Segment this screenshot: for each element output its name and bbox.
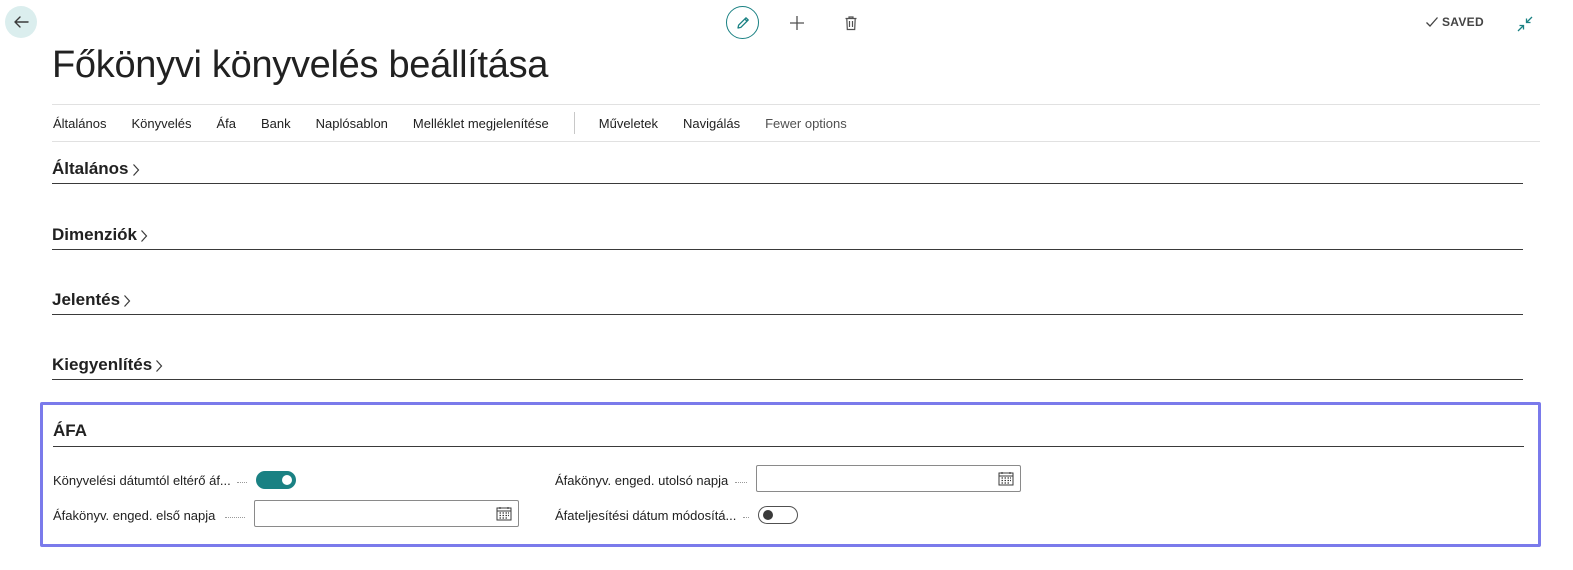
section-dimensions-title: Dimenziók: [52, 225, 138, 244]
pencil-icon: [736, 16, 749, 29]
section-reporting: Jelentés: [52, 273, 1523, 315]
field-dots: [237, 482, 247, 483]
chevron-right-icon: [124, 295, 131, 307]
action-afa[interactable]: Áfa: [216, 116, 236, 131]
action-bar-separator: [573, 112, 575, 134]
action-naplosablon[interactable]: Naplósablon: [316, 116, 388, 131]
back-button[interactable]: [5, 6, 37, 38]
record-actions: [726, 6, 863, 39]
section-reconciliation: Kiegyenlítés: [52, 338, 1523, 380]
toggle-knob: [763, 510, 773, 520]
chevron-right-icon: [132, 164, 139, 176]
posting-date-vat-toggle[interactable]: [256, 471, 296, 489]
first-day-label: Áfakönyv. enged. első napja: [53, 508, 216, 523]
section-reconciliation-title: Kiegyenlítés: [52, 355, 153, 374]
first-day-date-input[interactable]: [254, 500, 519, 527]
section-dimensions: Dimenziók: [52, 208, 1523, 250]
chevron-right-icon: [141, 230, 148, 242]
chevron-right-icon: [156, 360, 163, 372]
toggle-knob: [282, 475, 292, 485]
fewer-options-button[interactable]: Fewer options: [765, 116, 847, 131]
saved-status: SAVED: [1425, 15, 1484, 29]
action-konyveles[interactable]: Könyvelés: [131, 116, 191, 131]
plus-icon: [790, 15, 804, 30]
calendar-icon[interactable]: [998, 471, 1014, 486]
top-bar: SAVED: [0, 0, 1573, 46]
checkmark-icon: [1426, 17, 1438, 27]
last-day-date-input[interactable]: [756, 465, 1021, 492]
action-melleklet-megjelenitese[interactable]: Melléklet megjelenítése: [413, 116, 549, 131]
trash-icon: [845, 15, 857, 30]
saved-label: SAVED: [1442, 15, 1484, 29]
delete-button[interactable]: [839, 11, 863, 35]
last-day-label: Áfakönyv. enged. utolsó napja: [555, 473, 729, 488]
field-dots: [743, 517, 749, 518]
action-navigalas[interactable]: Navigálás: [683, 116, 740, 131]
section-reconciliation-header[interactable]: Kiegyenlítés: [52, 355, 163, 375]
action-bank[interactable]: Bank: [261, 116, 291, 131]
section-reporting-header[interactable]: Jelentés: [52, 290, 131, 310]
action-bar: Általános Könyvelés Áfa Bank Naplósablon…: [52, 104, 1540, 142]
arrow-left-icon: [14, 16, 29, 28]
collapse-button[interactable]: [1515, 14, 1535, 34]
section-general-title: Általános: [52, 159, 129, 178]
section-dimensions-header[interactable]: Dimenziók: [52, 225, 148, 245]
posting-date-vat-label: Könyvelési dátumtól eltérő áf...: [53, 473, 231, 488]
modify-date-toggle[interactable]: [758, 506, 798, 524]
section-general: Általános: [52, 142, 1523, 184]
modify-date-label: Áfateljesítési dátum módosítá...: [555, 508, 737, 523]
action-muveletek[interactable]: Műveletek: [599, 116, 658, 131]
calendar-icon[interactable]: [496, 506, 512, 521]
edit-button[interactable]: [726, 6, 759, 39]
field-dots: [735, 482, 747, 483]
section-reporting-title: Jelentés: [52, 290, 121, 309]
action-altalanos[interactable]: Általános: [53, 116, 106, 131]
section-general-header[interactable]: Általános: [52, 159, 140, 179]
field-dots: [225, 517, 245, 518]
section-vat-divider: [53, 446, 1524, 447]
section-vat-title[interactable]: ÁFA: [53, 421, 87, 441]
page-title: Főkönyvi könyvelés beállítása: [52, 44, 549, 86]
collapse-arrows-icon: [1517, 16, 1533, 32]
section-vat: ÁFA Könyvelési dátumtól eltérő áf... Áfa…: [40, 402, 1541, 547]
add-button[interactable]: [785, 11, 809, 35]
